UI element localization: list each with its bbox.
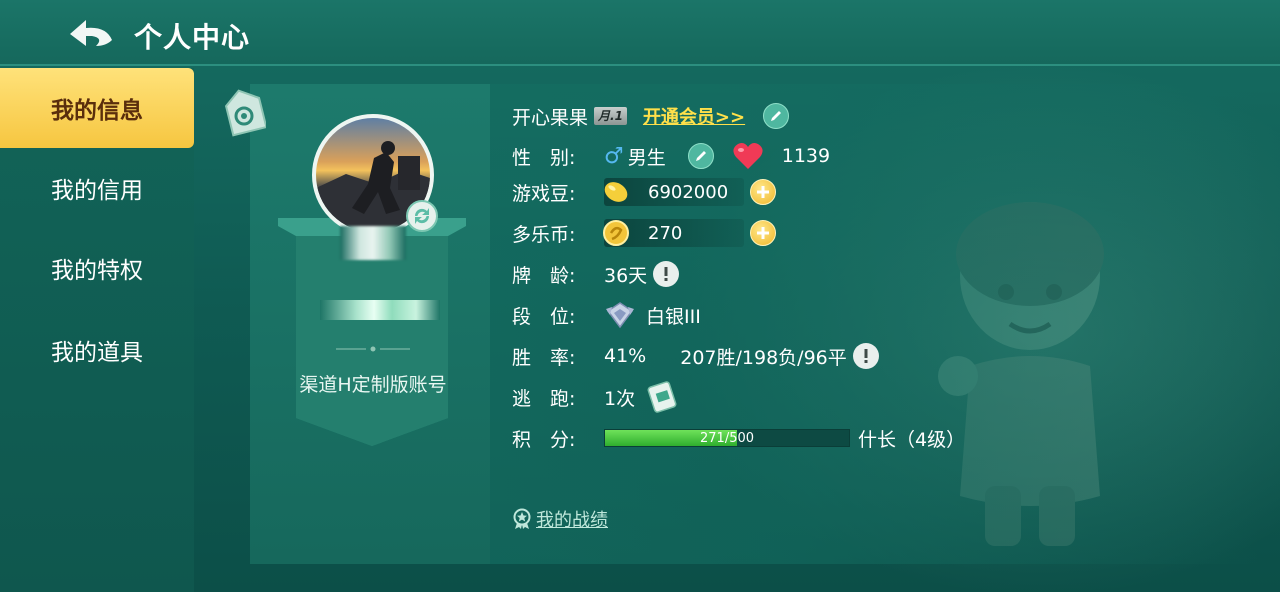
page-title: 个人中心 [134, 21, 251, 54]
medal-icon [513, 508, 531, 529]
rank-value: 白银III [646, 305, 701, 328]
avatar-refresh-button[interactable] [406, 200, 438, 232]
escape-row: 逃 跑: 1次 [512, 381, 681, 413]
sidebar-item-my-privileges[interactable]: 我的特权 [0, 228, 194, 308]
winrate-label: 胜 率: [512, 346, 576, 369]
plus-icon [757, 227, 769, 239]
coins-label: 多乐币: [512, 223, 576, 246]
card-age-row: 牌 龄: 36天 [512, 258, 680, 290]
card-age-info-button[interactable] [653, 261, 680, 287]
beans-row: 游戏豆: 6902000 [512, 176, 776, 208]
edit-nickname-button[interactable] [763, 103, 790, 129]
nickname: 开心果果 [512, 106, 589, 129]
back-button[interactable] [64, 14, 118, 54]
rank-row: 段 位: 白银III [512, 299, 701, 331]
heart-icon[interactable] [732, 141, 764, 171]
card-age-value: 36天 [604, 264, 648, 287]
add-beans-button[interactable] [750, 179, 776, 205]
sidebar-item-my-info[interactable]: 我的信息 [0, 68, 194, 148]
blurred-name [340, 226, 406, 260]
score-label: 积 分: [512, 428, 576, 451]
account-type-label: 渠道H定制版账号 [299, 374, 447, 396]
sidebar-item-label: 我的道具 [51, 340, 143, 366]
plus-icon [757, 186, 769, 198]
escape-value: 1次 [604, 387, 636, 410]
divider [336, 346, 410, 352]
coins-row: 多乐币: 270 [512, 217, 776, 249]
level-badge: 月.1 [594, 107, 627, 125]
sidebar-item-label: 我的信息 [51, 98, 143, 124]
score-progress-bar: 271/500 [604, 429, 850, 447]
coins-value: 270 [648, 222, 683, 244]
edit-gender-button[interactable] [687, 143, 714, 169]
card-age-label: 牌 龄: [512, 264, 576, 287]
gender-label: 性 别: [512, 146, 576, 169]
bean-icon [604, 182, 628, 202]
my-record-label: 我的战绩 [536, 510, 608, 531]
likes-count: 1139 [781, 145, 831, 167]
score-total: /500 [724, 430, 755, 446]
top-bar: 个人中心 [0, 0, 1280, 66]
escape-label: 逃 跑: [512, 387, 576, 410]
pencil-icon [695, 151, 706, 161]
sidebar: 我的信息 我的信用 我的特权 我的道具 [0, 68, 194, 592]
sidebar-item-my-credit[interactable]: 我的信用 [0, 148, 194, 228]
male-icon: ♂ [604, 143, 624, 169]
beans-box: 6902000 [604, 178, 744, 206]
refresh-icon [414, 208, 430, 224]
exclamation-icon [664, 267, 668, 281]
gender-value: 男生 [627, 146, 666, 169]
beans-label: 游戏豆: [512, 182, 576, 205]
title-value: 什长（4级） [858, 428, 966, 451]
winrate-value: 41% [604, 345, 647, 367]
open-vip-link[interactable]: 开通会员>> [643, 103, 745, 129]
tag-icon[interactable] [222, 88, 266, 138]
gender-row: 性 别: ♂ 男生 1139 [512, 140, 830, 172]
escape-card-icon[interactable] [645, 380, 681, 414]
sidebar-item-label: 我的信用 [51, 178, 143, 204]
pencil-icon [771, 111, 782, 121]
nickname-row: 开心果果 月.1 开通会员>> [512, 100, 790, 132]
back-arrow-icon [70, 20, 112, 46]
score-row: 积 分: 271/500 什长（4级） [512, 422, 965, 454]
rank-label: 段 位: [512, 305, 576, 328]
coin-icon [603, 220, 629, 246]
beans-value: 6902000 [648, 181, 729, 203]
match-record: 207胜/198负/96平 [680, 346, 847, 369]
my-record-link[interactable]: 我的战绩 [512, 506, 608, 532]
add-coins-button[interactable] [750, 220, 776, 246]
coins-box: 270 [603, 219, 744, 247]
blurred-id [320, 300, 440, 320]
winrate-row: 胜 率: 41% 207胜/198负/96平 [512, 340, 879, 372]
exclamation-icon [864, 349, 868, 363]
sidebar-item-my-items[interactable]: 我的道具 [0, 310, 194, 390]
silver-rank-icon [606, 302, 634, 329]
sidebar-item-label: 我的特权 [51, 258, 143, 284]
score-progress-text: 271/500 [605, 430, 849, 446]
record-info-button[interactable] [852, 343, 879, 369]
score-current: 271 [699, 430, 725, 446]
